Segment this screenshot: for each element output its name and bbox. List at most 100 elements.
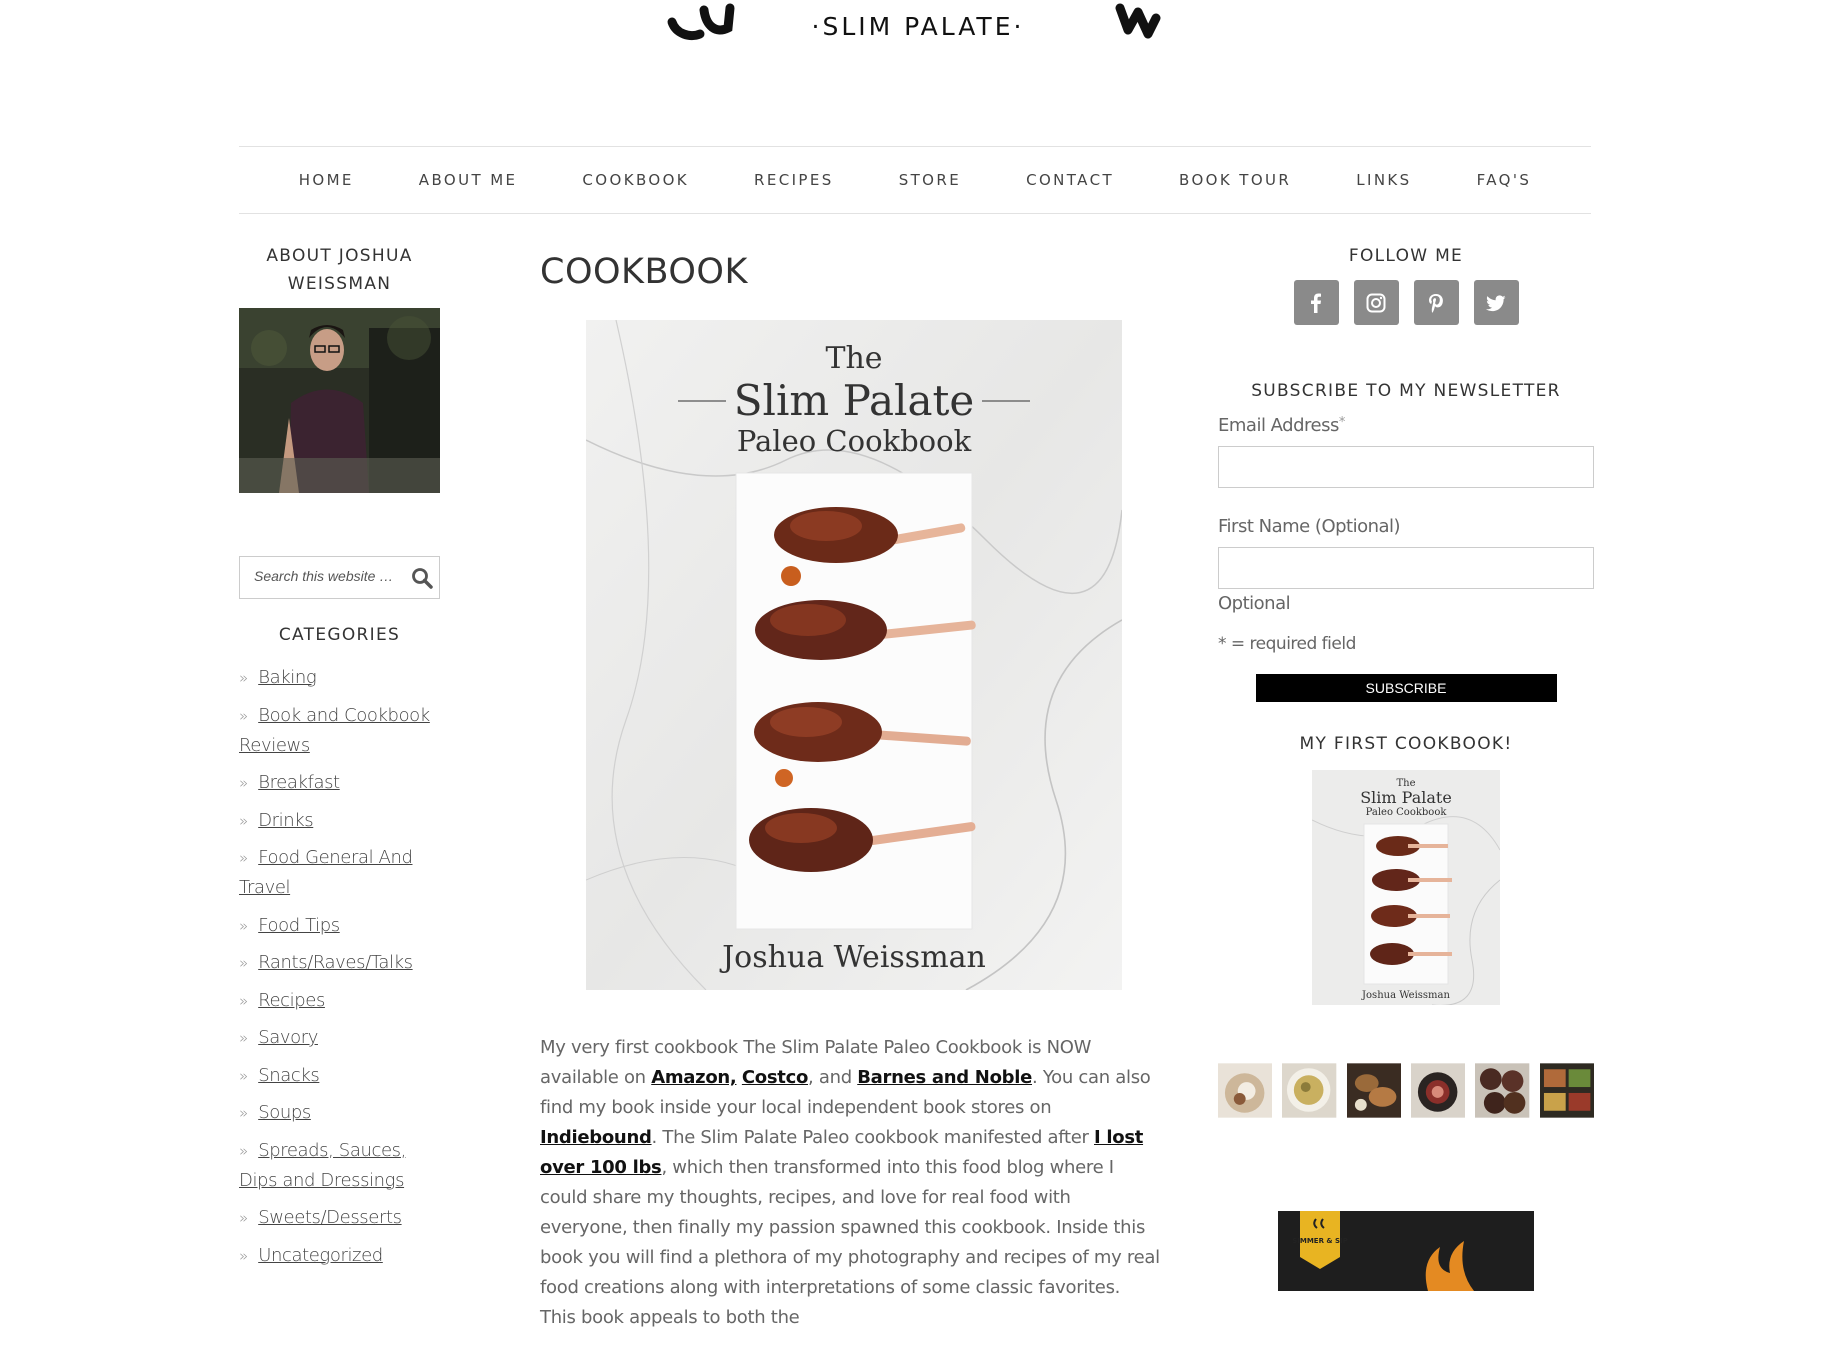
intro-text: , and: [808, 1067, 858, 1088]
instagram-icon[interactable]: [1353, 280, 1399, 325]
instagram-thumbnail[interactable]: [1346, 1063, 1401, 1118]
category-link[interactable]: Recipes: [258, 990, 325, 1011]
first-name-field[interactable]: [1218, 547, 1594, 589]
pinterest-icon[interactable]: [1413, 280, 1459, 325]
required-note: * = required field: [1218, 634, 1356, 654]
small-cover-line-title: Slim Palate: [1360, 788, 1452, 807]
social-links: [1218, 280, 1594, 325]
search-form: [239, 556, 440, 599]
category-link[interactable]: Food General And Travel: [239, 847, 413, 898]
bullet-icon: »: [239, 669, 249, 687]
author-photo[interactable]: [239, 308, 440, 493]
small-cover-line-subtitle: Paleo Cookbook: [1366, 807, 1448, 818]
nav-links[interactable]: LINKS: [1324, 171, 1444, 189]
facebook-icon[interactable]: [1293, 280, 1339, 325]
category-link[interactable]: Sweets/Desserts: [258, 1207, 402, 1228]
instagram-thumbnail[interactable]: [1282, 1063, 1337, 1118]
category-link[interactable]: Uncategorized: [258, 1245, 383, 1266]
cover-line-the: The: [825, 341, 882, 376]
category-link[interactable]: Snacks: [258, 1065, 320, 1086]
list-item: » Uncategorized: [239, 1241, 440, 1271]
instagram-thumbnail[interactable]: [1539, 1063, 1594, 1118]
bullet-icon: »: [239, 811, 249, 830]
follow-title: FOLLOW ME: [1348, 246, 1464, 266]
ad-badge-text: SIMMER & SIP: [1292, 1237, 1348, 1245]
list-item: » Food General And Travel: [239, 843, 440, 903]
intro-paragraph: My very first cookbook The Slim Palate P…: [540, 1033, 1160, 1333]
email-field[interactable]: [1218, 446, 1594, 488]
category-link[interactable]: Soups: [258, 1102, 311, 1123]
optional-hint: Optional: [1218, 593, 1291, 614]
about-title: ABOUT JOSHUA WEISSMAN: [266, 246, 413, 294]
instagram-thumbnail[interactable]: [1410, 1063, 1466, 1118]
category-list: » Baking » Book and Cookbook Reviews » Brea…: [239, 663, 440, 1271]
bullet-icon: »: [239, 1246, 249, 1265]
nav-faqs[interactable]: FAQ'S: [1444, 171, 1564, 189]
site-logo[interactable]: ·SLIM PALATE·: [0, 0, 1837, 140]
main-nav: HOME ABOUT ME COOKBOOK RECIPES STORE CON…: [239, 146, 1591, 214]
category-link[interactable]: Spreads, Sauces, Dips and Dressings: [239, 1140, 406, 1191]
list-item: » Drinks: [239, 806, 440, 836]
list-item: » Baking: [239, 663, 440, 693]
instagram-thumbnail[interactable]: [1218, 1063, 1273, 1118]
category-link[interactable]: Savory: [258, 1027, 318, 1048]
category-link[interactable]: Baking: [258, 667, 316, 688]
list-item: » Sweets/Desserts: [239, 1203, 440, 1233]
category-link[interactable]: Breakfast: [258, 772, 340, 793]
list-item: » Savory: [239, 1023, 440, 1053]
newsletter-title: SUBSCRIBE TO MY NEWSLETTER: [1251, 381, 1561, 401]
main-content: COOKBOOK The Slim Palate Paleo Cookbook: [540, 250, 1160, 1351]
categories-title: CATEGORIES: [278, 625, 401, 645]
nav-cookbook[interactable]: COOKBOOK: [550, 171, 722, 189]
list-item: » Rants/Raves/Talks: [239, 948, 440, 978]
barnes-and-noble-link[interactable]: Barnes and Noble: [857, 1067, 1032, 1088]
bullet-icon: »: [239, 1209, 249, 1227]
bullet-icon: »: [239, 706, 249, 725]
required-star: *: [1338, 415, 1346, 430]
search-icon[interactable]: [411, 567, 433, 589]
nav-about-me[interactable]: ABOUT ME: [386, 171, 550, 189]
right-sidebar: FOLLOW ME SUBSCRIBE TO MY NEWSLETTER Ema…: [1218, 242, 1594, 1291]
bullet-icon: »: [239, 1066, 249, 1085]
amazon-link[interactable]: Amazon,: [651, 1067, 737, 1088]
category-link[interactable]: Food Tips: [258, 915, 340, 936]
instagram-thumbnail[interactable]: [1475, 1063, 1530, 1118]
cookbook-thumbnail[interactable]: The Slim Palate Paleo Cookbook Joshua We…: [1312, 770, 1500, 1005]
cover-author: Joshua Weissman: [719, 940, 986, 975]
email-label-text: Email Address: [1218, 415, 1339, 436]
instagram-feed: [1218, 1063, 1594, 1118]
bullet-icon: »: [239, 849, 249, 867]
category-link[interactable]: Rants/Raves/Talks: [258, 952, 413, 973]
subscribe-button[interactable]: SUBSCRIBE: [1255, 674, 1557, 702]
indiebound-link[interactable]: Indiebound: [540, 1127, 652, 1148]
ad-graphic: SIMMER & SIP: [1278, 1211, 1534, 1291]
bullet-icon: »: [239, 1029, 249, 1047]
list-item: » Book and Cookbook Reviews: [239, 701, 440, 761]
costco-link[interactable]: Costco: [742, 1067, 808, 1088]
category-link[interactable]: Book and Cookbook Reviews: [239, 705, 430, 756]
nav-contact[interactable]: CONTACT: [994, 171, 1147, 189]
cover-line-title: Slim Palate: [734, 376, 974, 425]
list-item: » Breakfast: [239, 768, 440, 798]
list-item: » Soups: [239, 1098, 440, 1128]
intro-text: . The Slim Palate Paleo cookbook manifes…: [651, 1127, 1095, 1148]
nav-recipes[interactable]: RECIPES: [722, 171, 867, 189]
twitter-icon[interactable]: [1473, 280, 1519, 325]
nav-home[interactable]: HOME: [266, 171, 386, 189]
advertisement-banner[interactable]: SIMMER & SIP: [1278, 1211, 1534, 1291]
nav-book-tour[interactable]: BOOK TOUR: [1147, 171, 1324, 189]
bullet-icon: »: [239, 1141, 249, 1160]
first-name-label: First Name (Optional): [1218, 516, 1401, 537]
small-cover-author: Joshua Weissman: [1361, 990, 1450, 1001]
bullet-icon: »: [239, 774, 249, 792]
email-label: Email Address*: [1218, 415, 1594, 436]
bullet-icon: »: [239, 1104, 249, 1122]
nav-store[interactable]: STORE: [866, 171, 993, 189]
list-item: » Recipes: [239, 986, 440, 1016]
cookbook-cover-image[interactable]: The Slim Palate Paleo Cookbook Joshua We…: [585, 319, 1123, 991]
list-item: » Food Tips: [239, 911, 440, 941]
category-link[interactable]: Drinks: [258, 810, 313, 831]
first-cookbook-title: MY FIRST COOKBOOK!: [1299, 734, 1513, 754]
left-sidebar: ABOUT JOSHUA WEISSMAN CATEGORIES » Baking…: [239, 242, 440, 1278]
search-input[interactable]: [252, 567, 411, 585]
